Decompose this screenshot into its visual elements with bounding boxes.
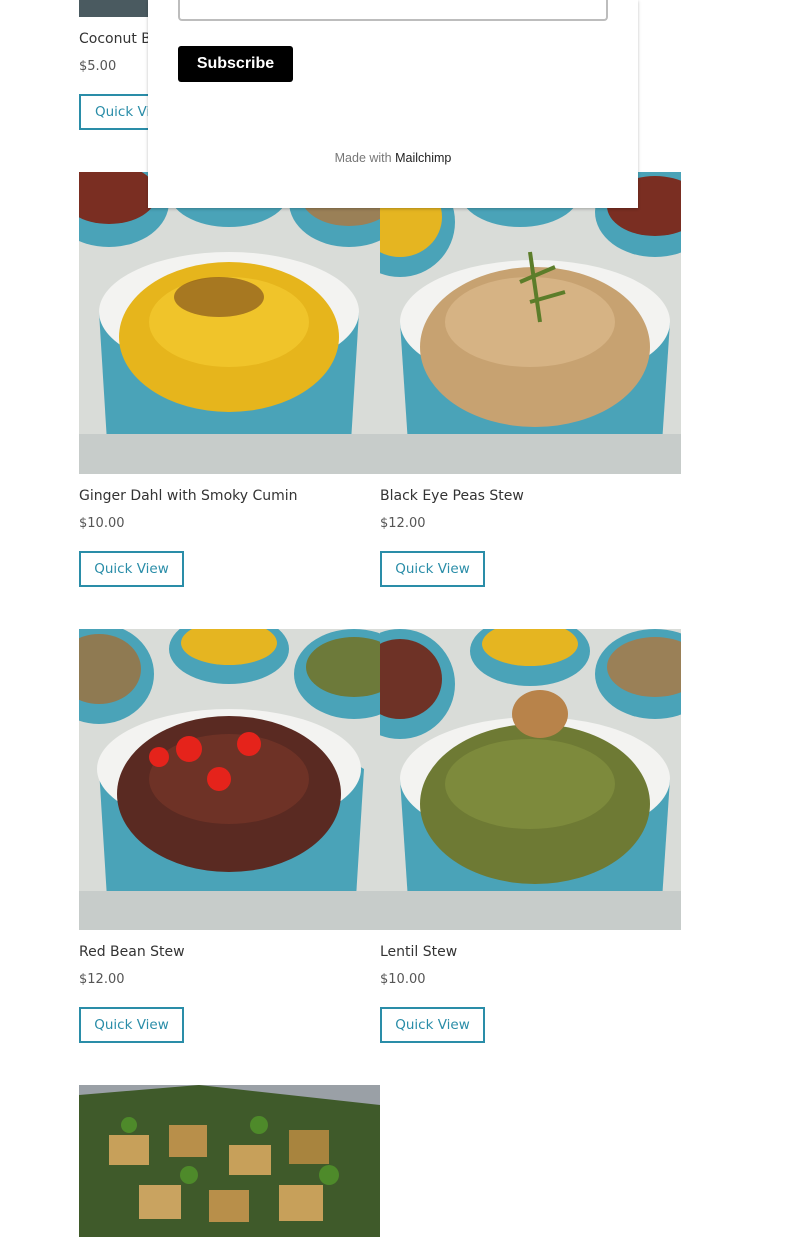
product-name[interactable]: Black Eye Peas Stew — [380, 488, 524, 504]
newsletter-popup: Subscribe Made with Mailchimp — [148, 0, 638, 208]
quick-view-button[interactable]: Quick View — [79, 551, 184, 587]
product-price: $10.00 — [380, 972, 426, 987]
product-price: $12.00 — [380, 516, 426, 531]
product-name[interactable]: Lentil Stew — [380, 944, 457, 960]
subscribe-button[interactable]: Subscribe — [178, 46, 293, 82]
quick-view-button[interactable]: Quick View — [79, 1007, 184, 1043]
product-image-ginger-dahl[interactable] — [79, 172, 380, 474]
product-price: $5.00 — [79, 59, 117, 74]
product-image-coconut[interactable] — [79, 0, 159, 17]
product-name[interactable]: Red Bean Stew — [79, 944, 185, 960]
product-image-lentil-stew[interactable] — [380, 629, 681, 930]
product-name[interactable]: Ginger Dahl with Smoky Cumin — [79, 488, 298, 504]
made-with-label: Made with — [334, 151, 392, 165]
quick-view-button[interactable]: Quick View — [380, 1007, 485, 1043]
product-image-black-eye-peas[interactable] — [380, 172, 681, 474]
product-price: $10.00 — [79, 516, 125, 531]
quick-view-button[interactable]: Quick View — [380, 551, 485, 587]
mailchimp-logo: Mailchimp — [395, 151, 452, 165]
made-with-mailchimp[interactable]: Made with Mailchimp — [148, 151, 638, 165]
product-name[interactable]: Coconut B — [79, 31, 151, 47]
email-field[interactable] — [178, 0, 608, 21]
product-image-red-bean-stew[interactable] — [79, 629, 380, 930]
product-price: $12.00 — [79, 972, 125, 987]
product-image-tofu-tray[interactable] — [79, 1085, 380, 1237]
